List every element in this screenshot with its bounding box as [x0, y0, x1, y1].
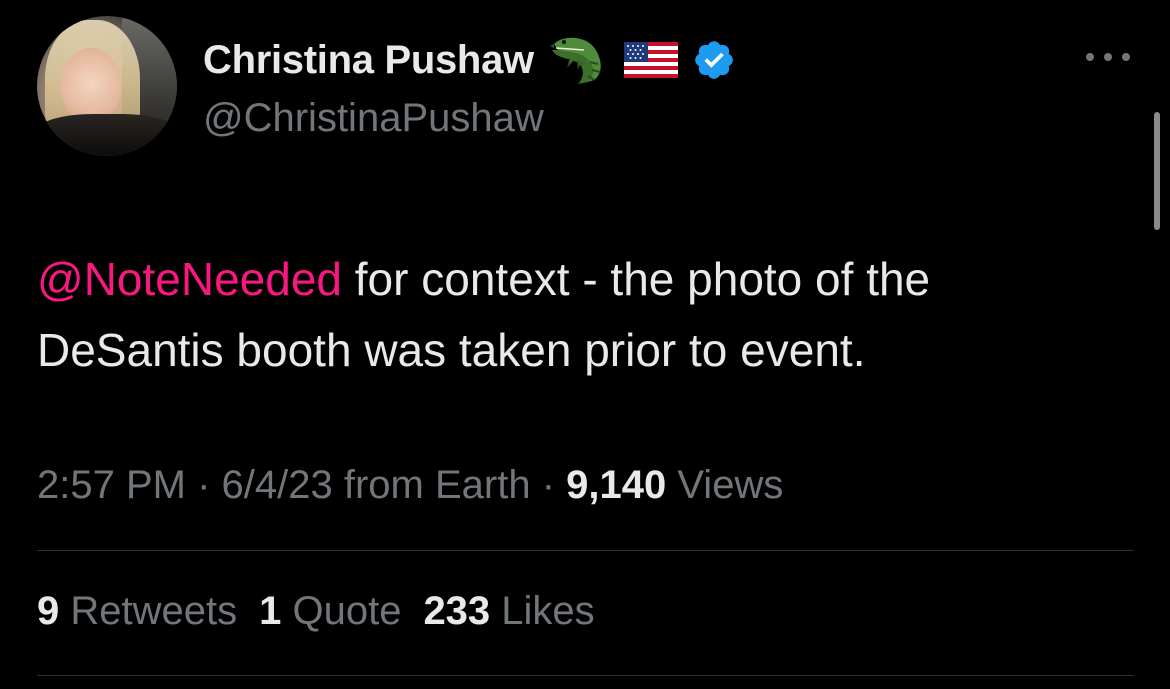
- author-display-name[interactable]: Christina Pushaw: [203, 38, 534, 83]
- mention-link[interactable]: @NoteNeeded: [37, 253, 342, 305]
- scrollbar[interactable]: [1154, 112, 1160, 230]
- more-dot-icon: [1122, 53, 1130, 61]
- meta-separator: ·: [185, 463, 222, 507]
- tweet-body: @NoteNeeded for context - the photo of t…: [37, 244, 1137, 386]
- likes-stat[interactable]: 233 Likes: [423, 589, 594, 633]
- tweet-line-1: @NoteNeeded for context - the photo of t…: [37, 244, 1137, 315]
- avatar[interactable]: [37, 16, 177, 156]
- retweets-label: Retweets: [59, 589, 238, 633]
- meta-separator: ·: [530, 463, 567, 507]
- tweet-line-2: DeSantis booth was taken prior to event.: [37, 324, 866, 376]
- author-name-row[interactable]: Christina Pushaw: [203, 34, 736, 86]
- retweets-count: 9: [37, 589, 60, 633]
- tweet-detail: Christina Pushaw @ChristinaPushaw @NoteN…: [0, 0, 1170, 689]
- views-label: Views: [666, 463, 784, 507]
- quotes-stat[interactable]: 1 Quote: [259, 589, 401, 633]
- divider: [37, 675, 1134, 676]
- avatar-shoulder: [37, 114, 177, 156]
- engagement-stats: 9 Retweets 1 Quote 233 Likes: [37, 589, 595, 634]
- us-flag-icon: [623, 42, 678, 78]
- tweet-time[interactable]: 2:57 PM: [37, 463, 186, 507]
- tweet-metadata: 2:57 PM · 6/4/23 from Earth · 9,140 View…: [37, 463, 783, 508]
- author-handle[interactable]: @ChristinaPushaw: [203, 96, 544, 141]
- retweets-stat[interactable]: 9 Retweets: [37, 589, 237, 633]
- tweet-source: from Earth: [332, 463, 531, 507]
- views-count: 9,140: [566, 463, 667, 507]
- quotes-count: 1: [259, 589, 282, 633]
- more-dot-icon: [1086, 53, 1094, 61]
- quotes-label: Quote: [281, 589, 402, 633]
- verified-badge-icon[interactable]: [692, 38, 736, 82]
- more-options-button[interactable]: [1086, 42, 1130, 72]
- likes-label: Likes: [490, 589, 595, 633]
- alligator-icon: [549, 37, 601, 84]
- divider: [37, 550, 1134, 551]
- tweet-date[interactable]: 6/4/23: [222, 463, 333, 507]
- likes-count: 233: [423, 589, 491, 633]
- tweet-text-segment: for context - the photo of the: [342, 253, 931, 305]
- more-dot-icon: [1104, 53, 1112, 61]
